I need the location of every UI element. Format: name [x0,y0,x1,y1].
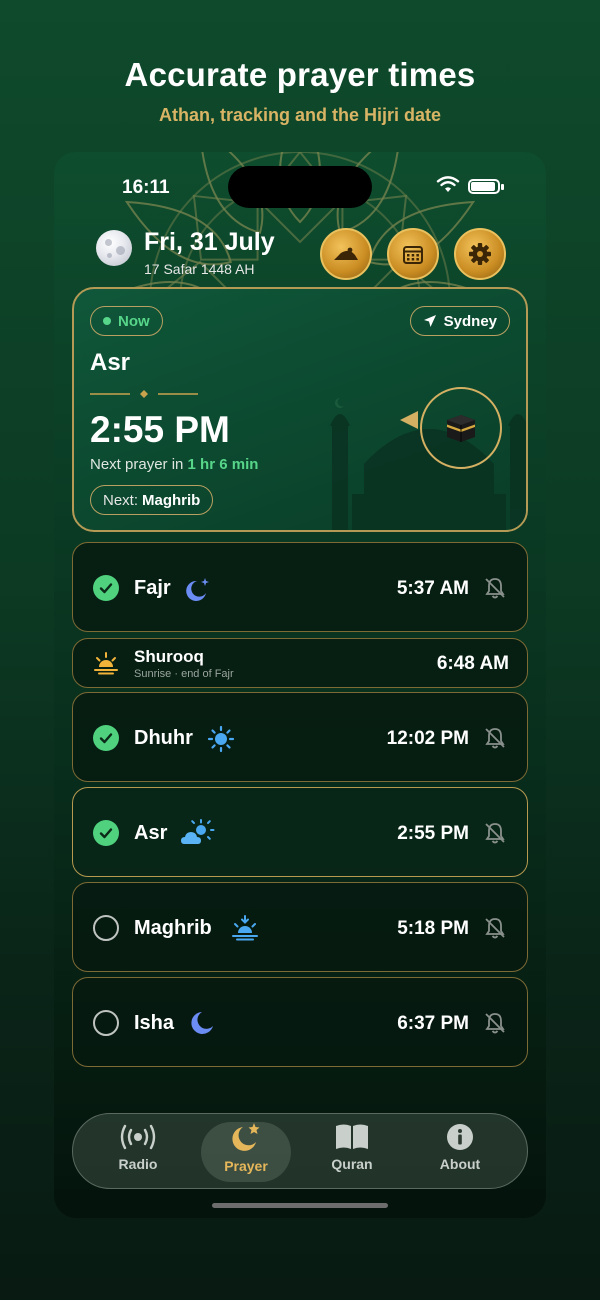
info-icon [447,1124,473,1150]
sunset-icon [232,915,258,941]
tab-bar: Radio Prayer Quran About [72,1113,528,1189]
prayer-name: Dhuhr [134,727,193,749]
radio-icon [120,1124,156,1150]
bell-muted-icon[interactable] [483,576,507,600]
prayer-name: Maghrib [134,917,212,939]
calendar-button[interactable] [387,228,439,280]
subheadline: Athan, tracking and the Hijri date [158,105,442,125]
tab-quran[interactable]: Quran [307,1122,397,1182]
prayer-mat-button[interactable] [320,228,372,280]
checked-circle-icon[interactable] [93,575,119,601]
tab-label: Prayer [224,1158,268,1174]
location-label: Sydney [443,312,497,330]
crescent-star-icon [232,1123,260,1151]
prayer-name: Fajr [134,577,171,599]
home-indicator[interactable] [212,1203,388,1208]
calendar-icon [403,246,423,264]
prayer-row-fajr[interactable]: Fajr 5:37 AM [72,542,528,632]
next-prayer-label: Next: [103,491,139,509]
current-prayer-card[interactable]: Now Sydney Asr 2:55 PM Next prayer in 1 … [72,287,528,532]
prayer-name: Isha [134,1012,175,1034]
prayer-name: Asr [134,822,168,844]
moon-stars-icon [186,578,209,601]
tab-radio[interactable]: Radio [93,1122,183,1182]
location-arrow-icon [423,315,436,327]
qibla-compass[interactable] [420,387,502,469]
status-bar-time: 16:11 [122,177,170,198]
countdown-value: 1 hr 6 min [187,456,259,473]
bell-muted-icon[interactable] [483,916,507,940]
empty-circle-icon[interactable] [93,915,119,941]
book-icon [336,1124,368,1149]
prayer-name: Shurooq [134,647,204,666]
checked-circle-icon[interactable] [93,725,119,751]
gregorian-date: Fri, 31 July [144,228,275,256]
battery-tip [501,184,504,190]
bell-muted-icon[interactable] [483,726,507,750]
prayer-time: 12:02 PM [386,728,469,749]
phone-screen: 16:11 Fri, 31 July 17 Safar 1448 AH Now … [54,152,546,1218]
prayer-row-maghrib[interactable]: Maghrib 5:18 PM [72,882,528,972]
tab-prayer[interactable]: Prayer [201,1122,291,1182]
prayer-subtitle: Sunrise · end of Fajr [134,668,234,680]
current-prayer-time: 2:55 PM [90,409,230,450]
prayer-row-asr[interactable]: Asr 2:55 PM [72,787,528,877]
dynamic-island [228,166,372,208]
prayer-mat-icon [334,247,358,260]
cloud-sun-icon [181,819,215,844]
prayer-time: 5:18 PM [397,918,469,939]
bell-muted-icon[interactable] [483,1011,507,1035]
settings-button[interactable] [454,228,506,280]
headline: Accurate prayer times [124,56,476,93]
bell-muted-icon[interactable] [483,821,507,845]
prayer-time: 6:37 PM [397,1013,469,1034]
prayer-row-shurooq[interactable]: Shurooq Sunrise · end of Fajr 6:48 AM [72,638,528,688]
checked-circle-icon[interactable] [93,820,119,846]
settings-icon [469,243,491,265]
countdown-prefix: Next prayer in [90,456,184,473]
prayer-time: 5:37 AM [396,578,469,599]
kaaba-icon [447,415,475,442]
ornament-divider [90,390,198,398]
sunrise-icon [94,652,118,675]
prayer-time: 6:48 AM [436,653,509,674]
now-status-chip: Now [90,306,163,336]
next-prayer-name: Maghrib [142,491,201,509]
qibla-pointer [400,411,418,429]
next-prayer-chip: Next: Maghrib [90,485,214,515]
prayer-row-isha[interactable]: Isha 6:37 PM [72,977,528,1067]
prayer-row-dhuhr[interactable]: Dhuhr 12:02 PM [72,692,528,782]
sun-icon [207,725,235,753]
hijri-date: 17 Safar 1448 AH [144,261,255,277]
tab-label: About [439,1156,481,1172]
current-prayer-name: Asr [90,349,131,376]
tab-label: Quran [331,1156,373,1172]
now-status-label: Now [118,312,150,330]
crescent-moon-icon [191,1012,213,1034]
tab-label: Radio [118,1156,158,1172]
wifi-icon [436,176,460,192]
empty-circle-icon[interactable] [93,1010,119,1036]
battery-icon [468,179,500,194]
countdown-text: Next prayer in 1 hr 6 min [90,456,258,473]
live-dot-icon [103,317,111,325]
location-chip[interactable]: Sydney [409,306,510,336]
moon-phase-icon [96,230,132,266]
prayer-time: 2:55 PM [397,823,469,844]
tab-about[interactable]: About [415,1122,505,1182]
